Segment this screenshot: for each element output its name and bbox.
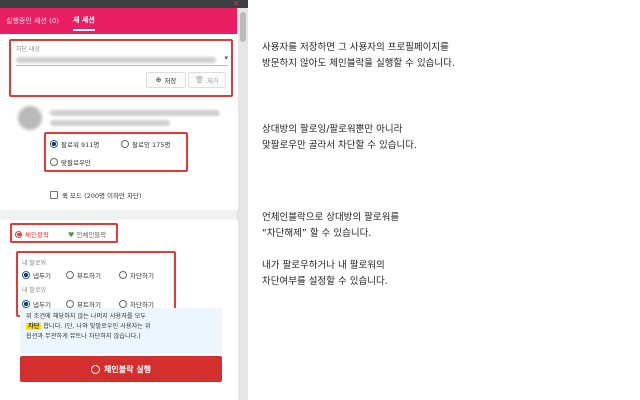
my-follower-mute-radio[interactable]: 뮤트하기	[66, 270, 101, 280]
info-line-2: 차단 합니다. (단, 나와 맞팔로우인 사용자는 위	[26, 323, 151, 330]
profile-name	[50, 110, 220, 116]
circle-icon	[91, 364, 101, 374]
tab-unchainblock[interactable]: ♥ 언체인블락	[68, 229, 106, 239]
scrollbar-thumb[interactable]	[240, 12, 246, 42]
scrollbar[interactable]	[238, 8, 248, 400]
run-chainblock-button[interactable]: 체인블락 실행	[20, 356, 222, 382]
browser-toolbar: ✕	[0, 0, 248, 8]
quick-mode-checkbox[interactable]: 퀵 모드 (200명 이하만 차단)	[50, 190, 142, 200]
extension-icon[interactable]: ✕	[233, 0, 243, 8]
target-select[interactable]: ▾	[16, 52, 228, 66]
tab-new-session[interactable]: 새 세션	[73, 11, 95, 31]
session-tabs: 실행중인 세션 (0) 새 세션	[0, 8, 237, 34]
radio-selected	[22, 271, 30, 279]
checkbox-box	[50, 191, 58, 199]
chevron-down-icon[interactable]: ▾	[224, 54, 228, 62]
info-line-1: 위 조건에 해당하지 않는 나머지 사용자를 모두	[26, 313, 146, 320]
my-follower-block-radio[interactable]: 차단하기	[119, 270, 154, 280]
radio-unselected	[50, 158, 58, 166]
radio-unselected	[66, 300, 74, 308]
radio-selected	[22, 300, 30, 308]
tab-running-sessions[interactable]: 실행중인 세션 (0)	[6, 12, 59, 30]
my-follower-label: 내 팔로워	[22, 260, 46, 267]
description-2: 상대방의 팔로잉/팔로워뿐만 아니라 맞팔로우만 골라서 차단할 수 있습니다.	[262, 124, 417, 151]
my-following-label: 내 팔로잉	[22, 287, 46, 294]
my-follower-leave-radio[interactable]: 냅두기	[22, 270, 51, 280]
radio-unselected	[119, 300, 127, 308]
plus-circle-icon: ⊕	[155, 76, 162, 84]
annotation-box-target	[9, 39, 233, 97]
radio-selected	[15, 230, 22, 238]
info-line-3: 옵션과 무관하게 뮤트나 차단하지 않습니다.)	[26, 333, 141, 340]
avatar	[18, 106, 42, 130]
radio-unselected	[119, 271, 127, 279]
save-button[interactable]: ⊕ 저장	[146, 72, 186, 88]
radio-selected	[50, 140, 58, 148]
target-card: 차단 대상 ▾ ⊕ 저장 🗑 제거 팔로워 911명 팔로잉 175명 맞팔로우…	[0, 34, 238, 210]
description-1: 사용자를 저장하면 그 사용자의 프로필페이지를 방문하지 않아도 체인블락을 …	[262, 42, 455, 69]
info-note: 위 조건에 해당하지 않는 나머지 사용자를 모두 차단 합니다. (단, 나와…	[20, 308, 222, 354]
radio-unselected	[121, 140, 129, 148]
delete-button[interactable]: 🗑 제거	[188, 72, 226, 88]
description-3: 언체인블락으로 상대방의 팔로워를 “차단해제” 할 수 있습니다.	[262, 212, 400, 239]
radio-unselected	[66, 271, 74, 279]
info-highlight: 차단	[26, 323, 42, 330]
heart-icon: ♥	[68, 231, 75, 239]
follower-radio[interactable]: 팔로워 911명	[50, 139, 99, 149]
description-4: 내가 팔로우하거나 내 팔로워의 차단여부를 설정할 수 있습니다.	[262, 260, 388, 287]
tab-chainblock[interactable]: 체인블락	[15, 229, 49, 239]
target-selected-value	[16, 57, 216, 63]
following-radio[interactable]: 팔로잉 175명	[121, 139, 170, 149]
mutual-radio[interactable]: 맞팔로우만	[50, 157, 91, 167]
trash-icon: 🗑	[195, 76, 204, 84]
profile-handle	[50, 120, 170, 126]
